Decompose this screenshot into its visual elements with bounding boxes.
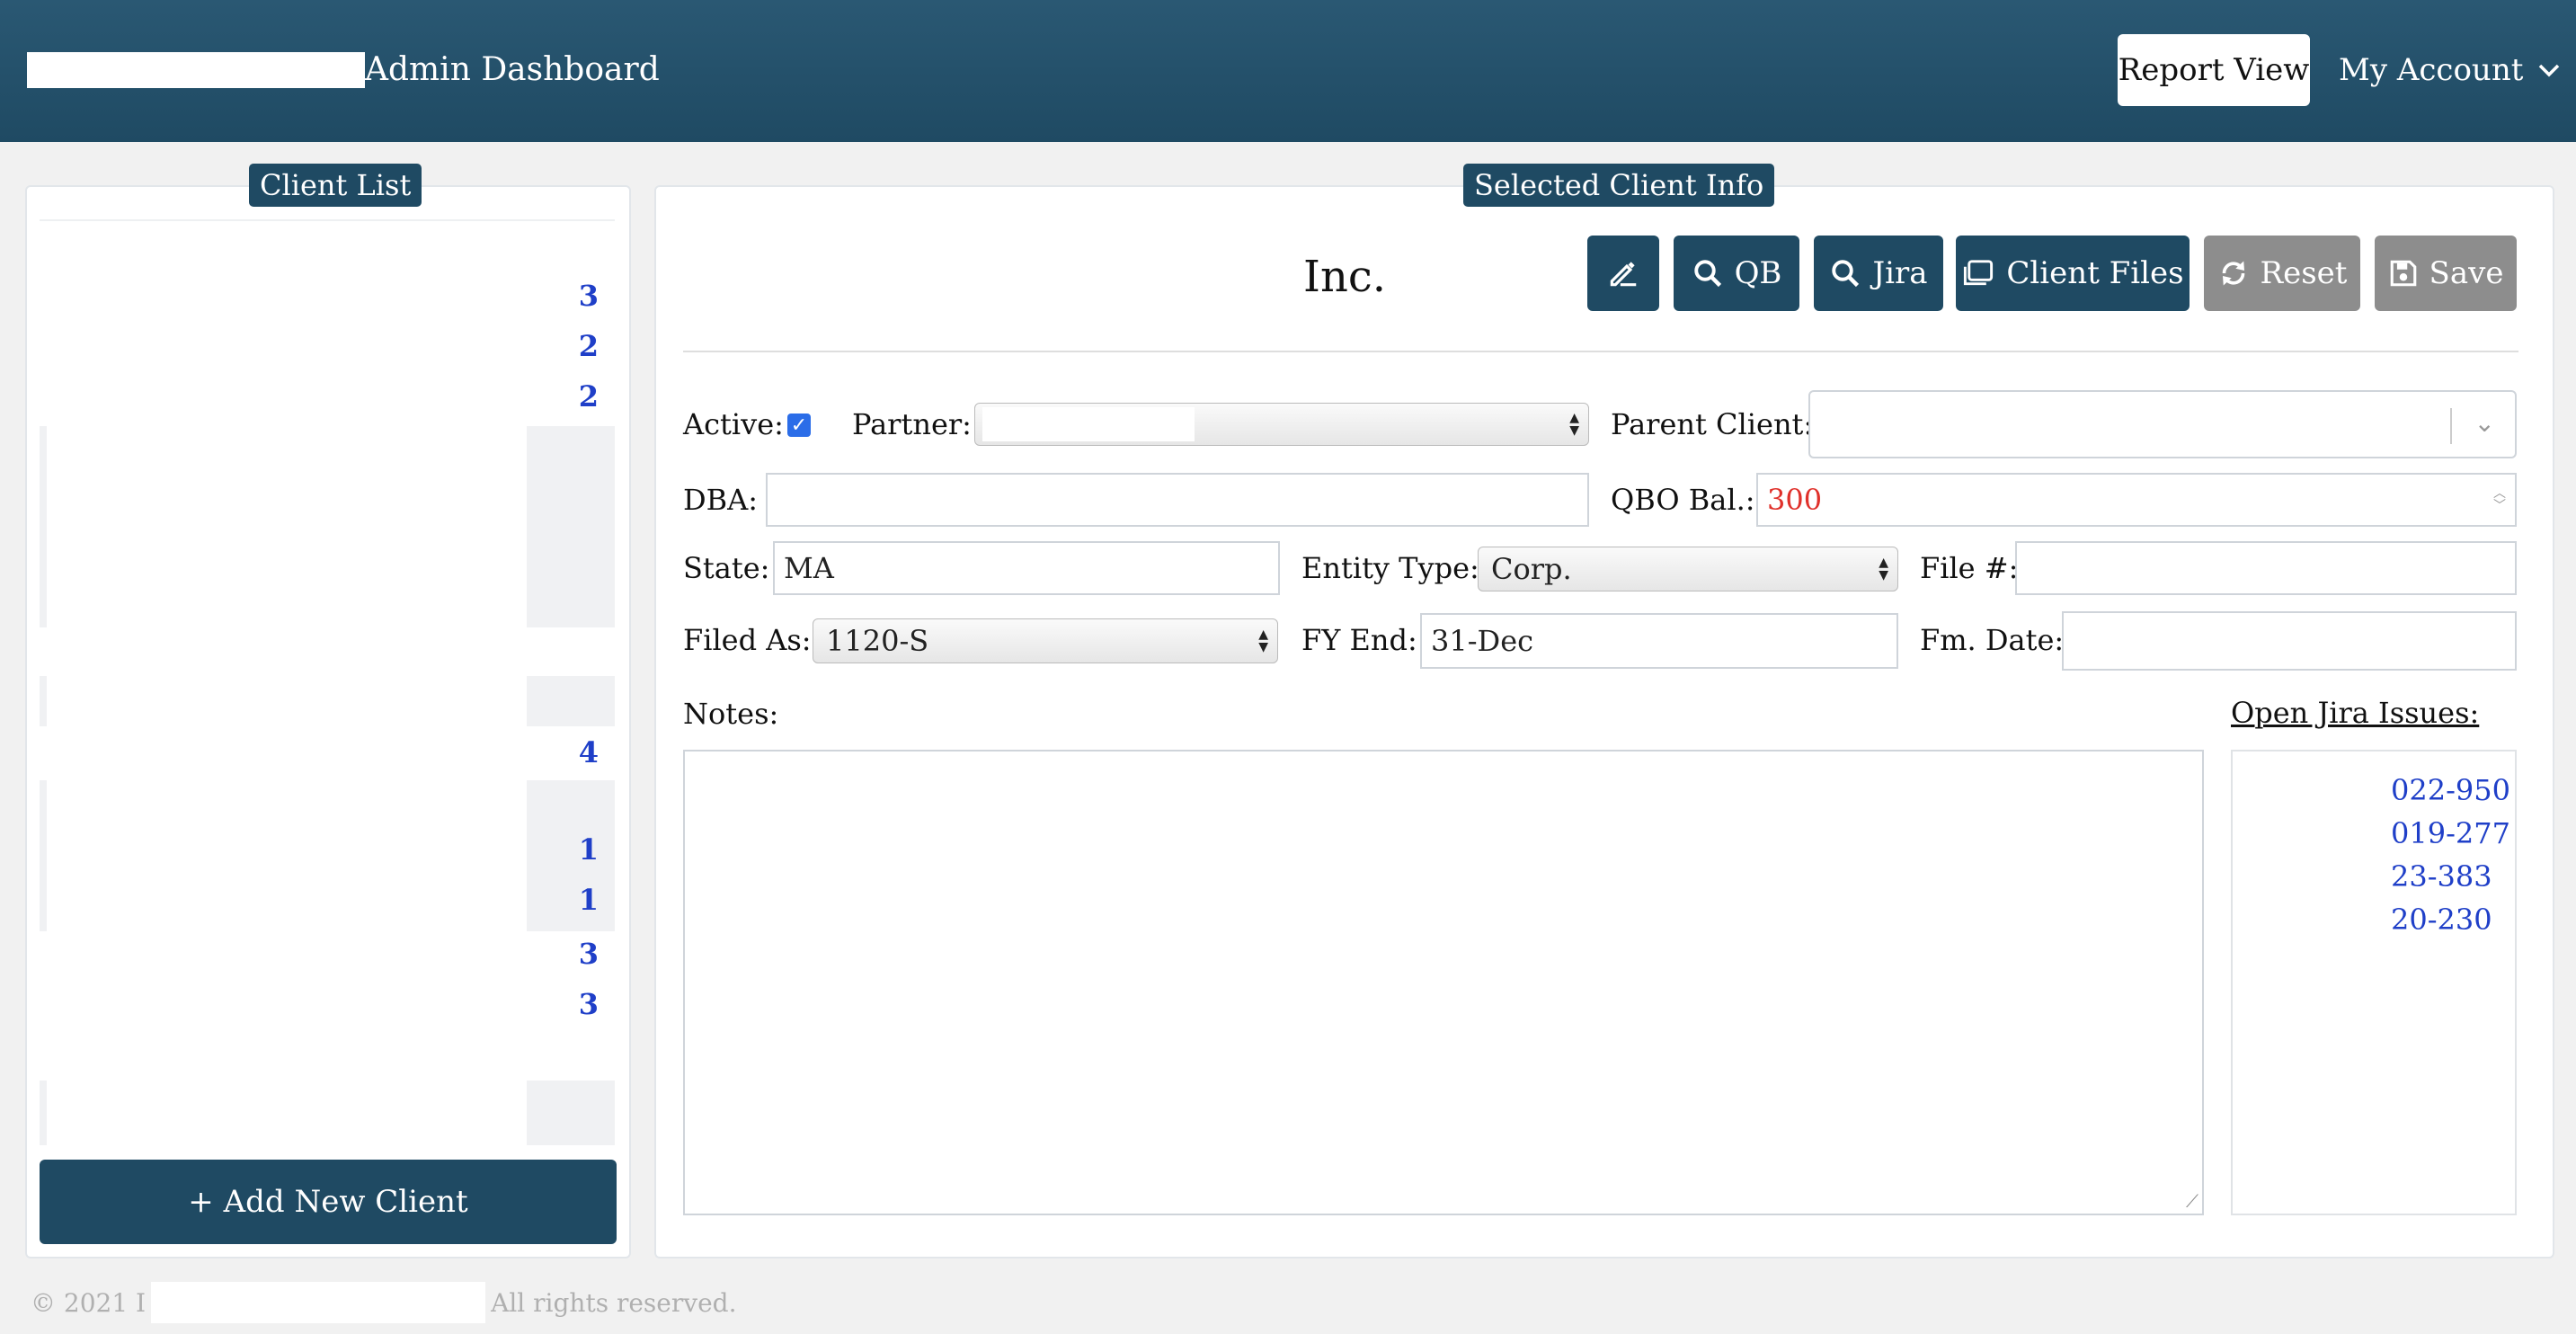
list-item[interactable]: 4	[40, 730, 615, 775]
client-count: 1	[578, 832, 599, 867]
search-icon	[1832, 260, 1860, 288]
formation-date-label: Fm. Date:	[1920, 623, 2065, 657]
parent-client-label: Parent Client:	[1611, 407, 1814, 441]
footer-company-redacted	[151, 1282, 486, 1323]
state-field[interactable]: MA	[773, 541, 1280, 595]
partner-value-redacted	[982, 407, 1195, 441]
jira-search-button[interactable]: Jira	[1814, 236, 1943, 311]
refresh-icon	[2222, 261, 2244, 286]
chevron-down-icon: ⌄	[2474, 408, 2495, 438]
formation-date-field[interactable]	[2062, 611, 2517, 671]
open-jira-issues-title: Open Jira Issues:	[2231, 696, 2480, 730]
dba-field[interactable]	[766, 473, 1589, 527]
state-label: State:	[683, 551, 770, 585]
save-disk-icon	[2390, 260, 2416, 287]
jira-label: Jira	[1872, 255, 1928, 291]
add-new-client-button[interactable]: + Add New Client	[40, 1160, 617, 1244]
app-title: Admin Dashboard	[365, 51, 660, 88]
client-count: 1	[578, 883, 599, 917]
jira-issue-link[interactable]: 019-277	[2391, 816, 2510, 850]
qb-search-button[interactable]: QB	[1674, 236, 1799, 311]
report-view-button[interactable]: Report View	[2118, 34, 2310, 106]
file-number-label: File #:	[1920, 551, 2019, 585]
save-label: Save	[2429, 255, 2504, 291]
partner-label: Partner:	[852, 407, 972, 441]
client-count: 3	[578, 987, 599, 1021]
footer-copyright: © 2021 I	[31, 1287, 147, 1318]
brand-logo-redacted	[27, 52, 365, 88]
reset-label: Reset	[2260, 255, 2348, 291]
jira-issue-link[interactable]: 23-383	[2391, 859, 2492, 894]
active-label: Active:	[683, 407, 784, 441]
client-count: 3	[578, 279, 599, 313]
file-number-field[interactable]	[2015, 541, 2517, 595]
select-arrows-icon: ▲ ▼	[1879, 556, 1888, 583]
list-item[interactable]: 2	[40, 374, 615, 419]
reset-button[interactable]: Reset	[2204, 236, 2360, 311]
filed-as-value: 1120-S	[826, 624, 929, 658]
list-item[interactable]: 2	[40, 324, 615, 369]
partner-select[interactable]: ▲ ▼	[974, 403, 1589, 446]
files-icon	[1964, 260, 1994, 286]
list-item[interactable]: 1 1	[40, 780, 615, 931]
filed-as-label: Filed As:	[683, 623, 812, 657]
qbo-balance-field[interactable]: 300 ︿ ﹀	[1756, 473, 2517, 527]
client-name: Inc.	[1303, 252, 1387, 302]
filed-as-select[interactable]: 1120-S ▲ ▼	[813, 618, 1278, 663]
qb-label: QB	[1734, 255, 1782, 291]
resize-handle-icon[interactable]: ⟋	[2186, 1190, 2198, 1212]
jira-issue-link[interactable]: 20-230	[2391, 903, 2492, 937]
dba-label: DBA:	[683, 483, 759, 517]
client-count: 4	[578, 735, 599, 769]
edit-pencil-icon	[1610, 262, 1637, 287]
qbo-balance-label: QBO Bal.:	[1611, 483, 1755, 517]
client-files-button[interactable]: Client Files	[1956, 236, 2190, 311]
client-files-label: Client Files	[2006, 255, 2184, 291]
notes-textarea[interactable]: ⟋	[683, 750, 2204, 1215]
number-spinner-icon[interactable]: ︿ ﹀	[2493, 487, 2506, 512]
client-count: 2	[578, 329, 599, 363]
edit-button[interactable]	[1587, 236, 1659, 311]
entity-type-value: Corp.	[1491, 552, 1572, 586]
client-list[interactable]: 3 2 2 4 1 1 3 3	[40, 219, 615, 1145]
fy-end-field[interactable]: 31-Dec	[1420, 613, 1898, 669]
client-list-title: Client List	[249, 164, 422, 207]
list-item[interactable]	[40, 1081, 615, 1145]
parent-client-select[interactable]: ⌄	[1808, 390, 2517, 458]
my-account-label: My Account	[2339, 52, 2524, 88]
footer-rights: All rights reserved.	[491, 1287, 737, 1318]
add-new-client-label: + Add New Client	[188, 1184, 468, 1220]
footer: © 2021 I All rights reserved.	[31, 1282, 736, 1323]
notes-label: Notes:	[683, 697, 779, 731]
active-checkbox[interactable]: ✓	[787, 414, 811, 437]
entity-type-select[interactable]: Corp. ▲ ▼	[1478, 547, 1898, 591]
list-item[interactable]: 3	[40, 273, 615, 318]
list-item[interactable]	[40, 676, 615, 726]
jira-issue-link[interactable]: 022-950	[2391, 773, 2510, 807]
select-arrows-icon: ▲ ▼	[1258, 627, 1268, 654]
save-button[interactable]: Save	[2375, 236, 2517, 311]
top-navbar: Admin Dashboard Report View My Account	[0, 0, 2576, 142]
client-count: 2	[578, 379, 599, 414]
chevron-down-icon	[2539, 64, 2560, 77]
list-item[interactable]	[40, 426, 615, 627]
search-icon	[1693, 260, 1721, 288]
list-item[interactable]: 3	[40, 982, 615, 1027]
select-arrows-icon: ▲ ▼	[1569, 411, 1579, 438]
jira-issues-list: 022-950 019-277 23-383 20-230	[2231, 750, 2517, 1215]
state-value: MA	[784, 551, 834, 585]
header-divider	[683, 351, 2518, 352]
list-item[interactable]: 3	[40, 931, 615, 976]
fy-end-value: 31-Dec	[1431, 624, 1534, 658]
client-count: 3	[578, 937, 599, 971]
fy-end-label: FY End:	[1301, 623, 1417, 657]
entity-type-label: Entity Type:	[1301, 551, 1479, 585]
my-account-menu[interactable]: My Account	[2339, 34, 2561, 106]
qbo-balance-value: 300	[1767, 483, 1823, 517]
selected-client-title: Selected Client Info	[1463, 164, 1775, 207]
